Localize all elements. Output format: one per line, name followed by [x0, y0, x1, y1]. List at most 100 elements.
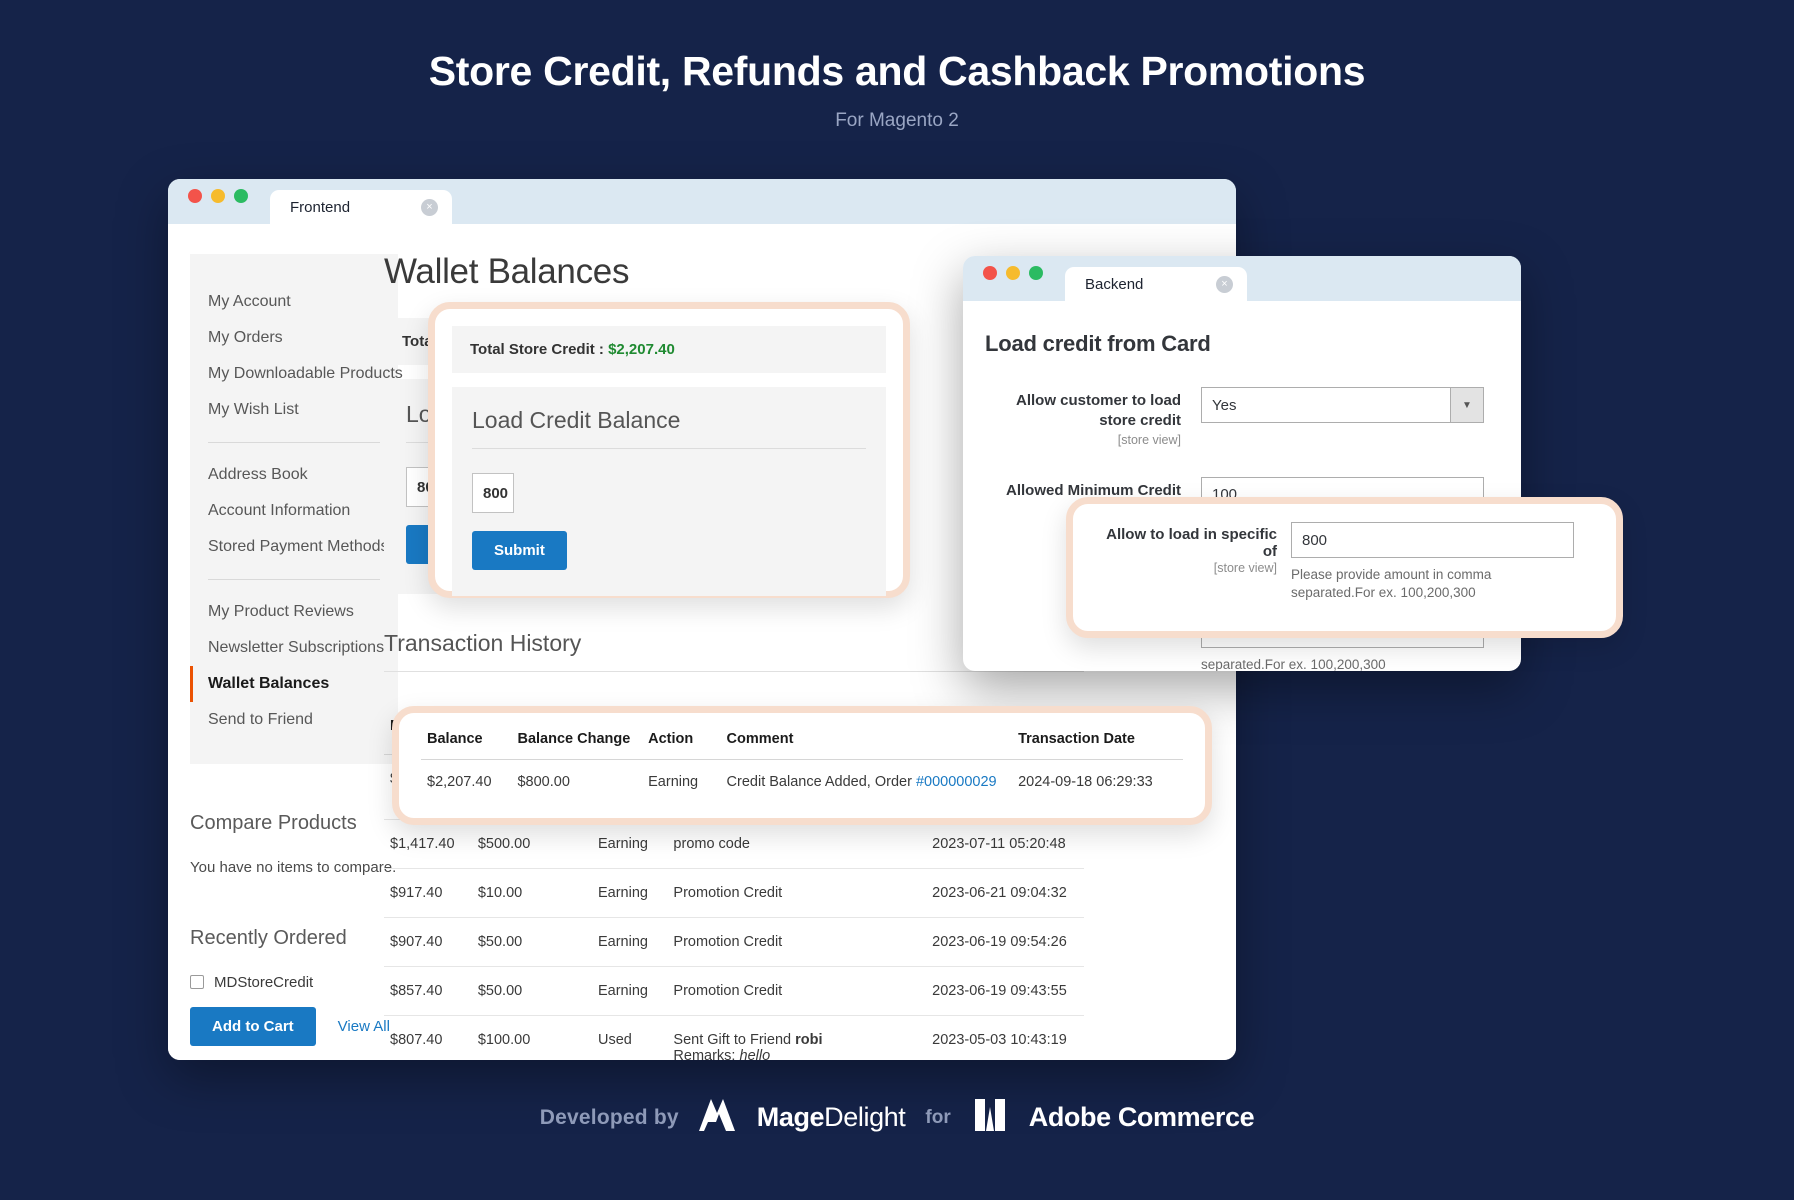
highlight-allow-load-specific: Allow to load in specific of [store view… [1066, 497, 1623, 638]
tab-backend[interactable]: Backend × [1065, 267, 1247, 301]
cell-transaction-date: 2023-06-19 09:43:55 [926, 966, 1084, 1016]
page-title: Store Credit, Refunds and Cashback Promo… [428, 48, 1366, 94]
tab-frontend-label: Frontend [290, 198, 351, 216]
highlight-transaction-table: Balance Balance Change Action Comment Tr… [421, 727, 1183, 796]
brand-light: Delight [824, 1102, 906, 1132]
cell-balance: $857.40 [384, 966, 472, 1016]
cell-balance-change: $100.00 [477, 1032, 531, 1048]
highlight-load-panel: Load Credit Balance 800 Submit [452, 387, 886, 596]
close-window-icon[interactable] [983, 265, 997, 280]
tab-backend-label: Backend [1085, 275, 1144, 293]
comment-text: Sent Gift to Friend [673, 1032, 796, 1048]
order-link[interactable]: #000000029 [916, 774, 997, 790]
adobe-commerce-logo-icon [973, 1097, 1007, 1138]
cell-balance: $807.40 [390, 1032, 443, 1048]
cell-transaction-date: 2023-06-19 09:54:26 [926, 917, 1084, 967]
close-window-icon[interactable] [188, 188, 202, 203]
hero-header: Store Credit, Refunds and Cashback Promo… [0, 48, 1794, 132]
brand-bold: Mage [756, 1102, 825, 1132]
table-row: $907.40 $50.00 Earning Promotion Credit 2023… [384, 917, 1084, 967]
table-row: $1,417.40 $500.00 Earning promo code 2023-07… [384, 819, 1084, 869]
window-controls [983, 256, 1043, 301]
maximize-window-icon[interactable] [1029, 265, 1043, 280]
field-label-text: Allow customer to load store credit [1015, 392, 1181, 430]
table-header-row: Balance Balance Change Action Comment Tr… [421, 727, 1183, 760]
magedelight-brand: MageDelight [757, 1102, 906, 1133]
comment-text: Promotion Credit [673, 934, 783, 950]
frontend-window-chrome: Frontend × [168, 179, 1236, 224]
field-label: Allow to load in specific of [store view… [1095, 522, 1291, 575]
cell-balance-change: $50.00 [471, 966, 592, 1016]
minimize-window-icon[interactable] [211, 188, 225, 203]
highlight-total-store-credit-row: Total Store Credit : $2,207.40 [452, 326, 886, 373]
highlight-table-body: $2,207.40 $800.00 Earning Credit Balance… [421, 760, 1183, 797]
total-store-credit-amount: $2,207.40 [608, 341, 675, 358]
cell-balance: $907.40 [384, 917, 472, 967]
remarks-label: Remarks: [673, 1048, 740, 1060]
minimize-window-icon[interactable] [1006, 265, 1020, 280]
chevron-down-icon[interactable]: ▼ [1450, 388, 1483, 422]
highlight-table-head: Balance Balance Change Action Comment Tr… [421, 727, 1183, 760]
cell-comment: Promotion Credit [667, 966, 927, 1016]
allow-load-specific-input[interactable]: 800 [1291, 522, 1574, 558]
cell-transaction-date: 2023-06-21 09:04:32 [926, 868, 1084, 918]
cell-action: Used [597, 1032, 632, 1048]
cell-action: Earning [591, 819, 668, 869]
field-control: 800 Please provide amount in comma separ… [1291, 522, 1574, 602]
maximize-window-icon[interactable] [234, 188, 248, 203]
magedelight-logo-icon [695, 1095, 739, 1140]
cell-balance: $2,207.40 [427, 774, 492, 790]
checkbox-icon[interactable] [190, 975, 204, 990]
cell-comment: Credit Balance Added, Order #000000029 [721, 760, 1013, 797]
cell-action: Earning [591, 966, 668, 1016]
field-control: Yes ▼ [1201, 387, 1491, 423]
select-value: Yes [1212, 396, 1237, 414]
page-root: Store Credit, Refunds and Cashback Promo… [0, 0, 1794, 1200]
window-controls [188, 179, 248, 224]
cell-action: Earning [591, 868, 668, 918]
cell-comment: Promotion Credit [667, 868, 927, 918]
highlight-load-credit-balance: Total Store Credit : $2,207.40 Load Cred… [428, 302, 910, 598]
close-icon[interactable]: × [421, 198, 438, 216]
developed-by-label: Developed by [539, 1105, 679, 1129]
table-row: $917.40 $10.00 Earning Promotion Credit 2023… [384, 868, 1084, 918]
close-icon[interactable]: × [1216, 275, 1233, 293]
field-label-text: Allow to load in specific of [1106, 526, 1277, 560]
column-header-comment: Comment [720, 727, 1013, 760]
cell-transaction-date: 2023-05-03 10:43:19 [932, 1032, 1067, 1048]
field-scope-note: [store view] [1213, 561, 1277, 575]
table-row: $857.40 $50.00 Earning Promotion Credit 2023… [384, 966, 1084, 1016]
highlight-credit-amount-input[interactable]: 800 [472, 473, 514, 513]
field-allow-to-load-in-specific-of: Allow to load in specific of [store view… [1095, 522, 1594, 602]
comment-text: Promotion Credit [673, 983, 783, 999]
field-allow-customer-load-store-credit: Allow customer to load store credit [sto… [985, 387, 1491, 447]
cell-balance-change: $800.00 [517, 774, 570, 790]
tab-frontend[interactable]: Frontend × [270, 190, 452, 224]
backend-section-title: Load credit from Card [985, 331, 1211, 356]
cell-action: Earning [591, 917, 668, 967]
table-row: $2,207.40 $800.00 Earning Credit Balance… [421, 760, 1183, 797]
cell-transaction-date: 2023-07-11 05:20:48 [926, 819, 1084, 869]
field-hint: separated.For ex. 100,200,300 [1201, 656, 1386, 671]
backend-window-chrome: Backend × [963, 256, 1521, 301]
comment-recipient: robi [795, 1032, 823, 1048]
footer: Developed by MageDelight for Adobe Comme… [0, 1095, 1794, 1140]
cell-balance-change: $50.00 [471, 917, 592, 967]
cell-comment: Promotion Credit [667, 917, 927, 967]
field-hint: Please provide amount in comma separated… [1291, 567, 1492, 601]
adobe-commerce-brand: Adobe Commerce [1028, 1102, 1255, 1132]
highlight-submit-button[interactable]: Submit [472, 531, 567, 570]
cell-transaction-date: 2024-09-18 06:29:33 [1018, 774, 1153, 790]
column-header-balance: Balance [421, 727, 512, 760]
for-label: for [925, 1106, 951, 1128]
cell-comment: promo code [667, 819, 927, 869]
allow-load-store-credit-select[interactable]: Yes ▼ [1201, 387, 1484, 423]
column-header-balance-change: Balance Change [511, 727, 643, 760]
field-scope-note: [store view] [1117, 432, 1181, 447]
page-subtitle: For Magento 2 [835, 110, 959, 132]
cell-balance-change: $500.00 [471, 819, 592, 869]
cell-comment: Sent Gift to Friend robi Remarks: hello [667, 1016, 926, 1060]
comment-text: promo code [673, 836, 750, 852]
cell-balance-change: $10.00 [471, 868, 592, 918]
table-row: $807.40 $100.00 Used Sent Gift to Friend ro… [384, 1016, 1084, 1060]
